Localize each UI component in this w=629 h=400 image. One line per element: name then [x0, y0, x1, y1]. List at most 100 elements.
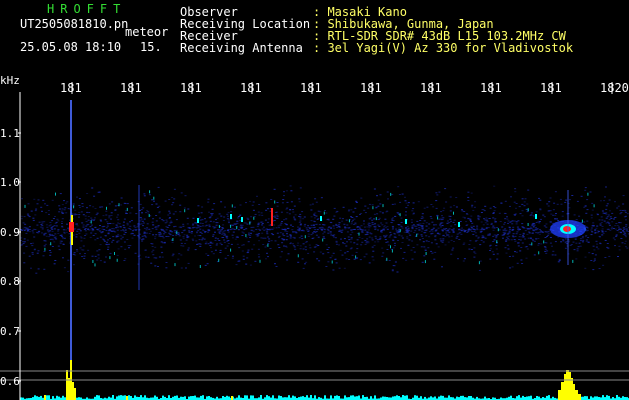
- noise-speck: [215, 222, 218, 224]
- noise-speck: [23, 216, 26, 218]
- noise-ping: [425, 252, 427, 255]
- noise-speck: [117, 233, 120, 235]
- noise-speck: [514, 191, 517, 193]
- noise-speck: [84, 228, 87, 230]
- y-tick-label: 1.0: [0, 176, 20, 189]
- noise-speck: [482, 236, 485, 238]
- noise-speck: [317, 236, 320, 238]
- noise-speck: [298, 229, 301, 231]
- noise-speck: [247, 241, 250, 243]
- noise-speck: [467, 200, 470, 201]
- level-bar: [404, 395, 406, 400]
- noise-speck: [335, 243, 338, 245]
- noise-speck: [112, 223, 115, 225]
- noise-speck: [374, 229, 377, 230]
- noise-speck: [264, 228, 267, 230]
- noise-speck: [608, 222, 611, 224]
- noise-speck: [289, 237, 292, 239]
- noise-speck: [94, 233, 97, 235]
- noise-speck: [425, 222, 428, 224]
- noise-speck: [344, 252, 347, 254]
- noise-ping: [172, 238, 174, 241]
- noise-speck: [290, 201, 293, 203]
- noise-speck: [182, 237, 185, 239]
- noise-speck: [532, 232, 534, 234]
- noise-speck: [160, 241, 163, 243]
- noise-speck: [67, 271, 70, 273]
- noise-speck: [224, 206, 226, 208]
- noise-speck: [201, 225, 204, 227]
- noise-speck: [59, 235, 62, 236]
- noise-speck: [79, 247, 82, 249]
- noise-speck: [201, 239, 204, 241]
- noise-speck: [61, 237, 64, 238]
- noise-speck: [285, 218, 288, 220]
- noise-speck: [330, 222, 333, 224]
- noise-speck: [179, 239, 182, 241]
- noise-speck: [391, 194, 394, 195]
- noise-speck: [338, 229, 341, 231]
- noise-speck: [186, 223, 189, 225]
- noise-speck: [590, 214, 593, 216]
- noise-speck: [489, 245, 491, 247]
- noise-ping: [218, 225, 220, 228]
- noise-speck: [412, 247, 415, 248]
- noise-speck: [96, 237, 99, 239]
- noise-speck: [585, 240, 588, 242]
- noise-speck: [27, 229, 30, 230]
- noise-speck: [94, 208, 97, 209]
- noise-speck: [148, 233, 151, 234]
- noise-speck: [595, 240, 598, 242]
- noise-speck: [598, 268, 601, 269]
- noise-speck: [233, 206, 236, 208]
- noise-speck: [397, 240, 399, 241]
- noise-speck: [321, 227, 324, 229]
- noise-ping: [94, 263, 96, 267]
- noise-speck: [289, 243, 292, 245]
- noise-speck: [427, 247, 430, 249]
- noise-speck: [540, 243, 543, 245]
- noise-speck: [196, 225, 199, 227]
- level-bar: [294, 396, 296, 400]
- noise-speck: [546, 250, 549, 252]
- noise-speck: [568, 207, 571, 209]
- level-bar: [40, 395, 42, 400]
- noise-speck: [347, 236, 350, 238]
- noise-speck: [129, 245, 132, 247]
- noise-speck: [174, 211, 177, 213]
- noise-speck: [511, 266, 514, 268]
- noise-speck: [168, 224, 171, 226]
- noise-speck: [253, 244, 256, 246]
- noise-speck: [80, 211, 83, 213]
- noise-speck: [367, 242, 370, 244]
- noise-speck: [163, 241, 166, 243]
- noise-speck: [607, 247, 610, 249]
- noise-speck: [366, 231, 369, 233]
- noise-speck: [364, 212, 367, 214]
- noise-speck: [626, 213, 629, 215]
- level-bar: [590, 396, 592, 400]
- noise-speck: [98, 228, 101, 229]
- noise-speck: [517, 242, 519, 244]
- noise-speck: [360, 213, 363, 214]
- noise-speck: [386, 249, 389, 250]
- noise-speck: [468, 229, 471, 230]
- noise-speck: [580, 195, 583, 197]
- noise-speck: [486, 221, 489, 223]
- noise-speck: [449, 206, 452, 208]
- noise-speck: [114, 209, 117, 211]
- noise-speck: [353, 218, 356, 220]
- level-bar: [456, 396, 458, 400]
- level-bar: [362, 395, 364, 400]
- noise-speck: [174, 225, 177, 227]
- noise-speck: [26, 213, 29, 215]
- noise-speck: [307, 233, 310, 235]
- noise-speck: [186, 234, 189, 236]
- noise-speck: [502, 237, 504, 239]
- noise-speck: [371, 219, 374, 221]
- noise-speck: [508, 232, 511, 234]
- noise-speck: [226, 237, 229, 239]
- noise-speck: [401, 193, 404, 195]
- noise-speck: [73, 214, 76, 216]
- noise-speck: [222, 220, 225, 221]
